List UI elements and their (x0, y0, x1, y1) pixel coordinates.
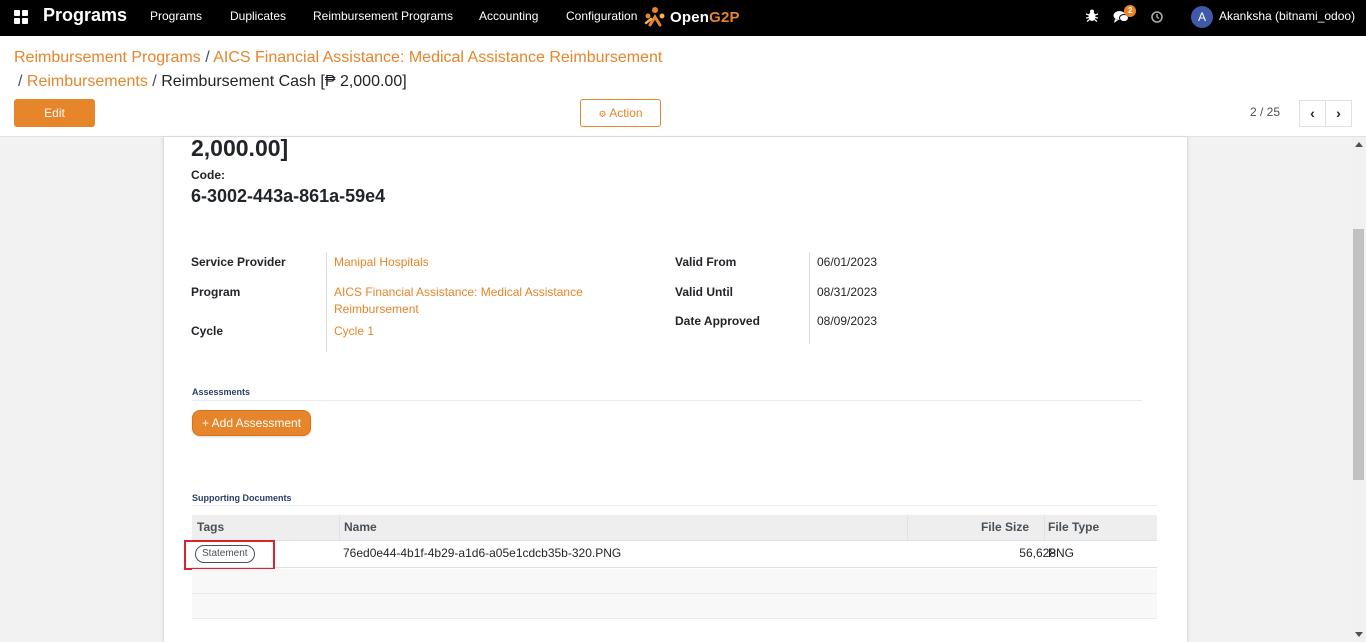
notification-badge: 2 (1124, 5, 1137, 17)
breadcrumb-current: Reimbursement Cash [₱ 2,000.00] (161, 73, 407, 90)
service-provider-label: Service Provider (191, 255, 286, 269)
table-row[interactable]: Statement 76ed0e44-4b1f-4b29-a1d6-a05e1c… (192, 541, 1157, 568)
cycle-value[interactable]: Cycle 1 (334, 323, 374, 340)
column-divider (339, 515, 340, 541)
control-panel: Reimbursement Programs / AICS Financial … (0, 36, 1366, 137)
logo-wordmark: OpenG2P (670, 8, 740, 26)
user-avatar[interactable]: A (1191, 6, 1213, 28)
column-header-name[interactable]: Name (344, 520, 377, 534)
section-divider (192, 505, 1157, 506)
date-approved-value: 08/09/2023 (817, 314, 878, 328)
field-divider (809, 252, 810, 344)
breadcrumb-line-2: / Reimbursements / Reimbursement Cash [₱… (18, 73, 407, 91)
pager-previous-button[interactable]: ‹ (1299, 100, 1326, 127)
breadcrumb-reimbursement-programs[interactable]: Reimbursement Programs (14, 49, 201, 66)
edit-button[interactable]: Edit (14, 99, 95, 127)
action-button[interactable]: ⚙ Action (580, 99, 661, 127)
valid-until-value: 08/31/2023 (817, 285, 878, 299)
menu-accounting[interactable]: Accounting (479, 9, 538, 23)
assessments-section-title: Assessments (192, 387, 251, 397)
activity-clock-icon[interactable] (1151, 11, 1163, 26)
field-divider (326, 252, 327, 352)
menu-reimbursement-programs[interactable]: Reimbursement Programs (313, 9, 453, 23)
column-divider (1044, 515, 1045, 541)
code-label: Code: (191, 168, 225, 182)
debug-bug-icon[interactable] (1085, 9, 1099, 25)
openg2p-logo-icon (644, 7, 665, 27)
vertical-scrollbar[interactable] (1351, 137, 1366, 642)
user-menu[interactable]: Akanksha (bitnami_odoo) (1219, 9, 1355, 23)
breadcrumb-separator: / (205, 49, 210, 66)
valid-until-label: Valid Until (675, 285, 734, 299)
breadcrumb-reimbursements[interactable]: Reimbursements (27, 73, 148, 90)
column-divider (907, 515, 908, 541)
highlight-annotation-box (184, 540, 275, 570)
scrollbar-thumb[interactable] (1353, 229, 1364, 480)
service-provider-value[interactable]: Manipal Hospitals (334, 254, 429, 271)
document-name-cell[interactable]: 76ed0e44-4b1f-4b29-a1d6-a05e1cdcb35b-320… (343, 546, 621, 560)
menu-configuration[interactable]: Configuration (566, 9, 637, 23)
table-row-empty (192, 594, 1157, 619)
code-value: 6-3002-443a-861a-59e4 (191, 186, 386, 206)
add-assessment-button[interactable]: + Add Assessment (192, 410, 311, 436)
cycle-label: Cycle (191, 324, 224, 338)
column-header-tags[interactable]: Tags (197, 520, 224, 534)
date-approved-label: Date Approved (675, 314, 760, 328)
column-header-file-type[interactable]: File Type (1048, 520, 1099, 534)
action-label: Action (609, 106, 643, 120)
menu-programs[interactable]: Programs (150, 9, 202, 23)
gear-icon: ⚙ (598, 109, 607, 119)
program-label: Program (191, 285, 241, 299)
breadcrumb: Reimbursement Programs / AICS Financial … (14, 49, 662, 67)
documents-table-header: Tags Name File Size File Type (192, 515, 1157, 541)
column-header-file-size[interactable]: File Size (981, 520, 1029, 534)
breadcrumb-program[interactable]: AICS Financial Assistance: Medical Assis… (213, 49, 662, 66)
file-type-cell: PNG (1048, 546, 1075, 560)
top-navbar: Programs Programs Duplicates Reimburseme… (0, 0, 1366, 36)
apps-menu-icon[interactable] (14, 10, 28, 24)
pager-value[interactable]: 2 / 25 (1250, 105, 1280, 119)
valid-from-value: 06/01/2023 (817, 255, 878, 269)
openg2p-logo: OpenG2P (643, 4, 740, 30)
app-brand: Programs (43, 5, 128, 25)
breadcrumb-separator: / (18, 73, 23, 90)
valid-from-label: Valid From (675, 255, 737, 269)
table-row-empty (192, 569, 1157, 594)
scroll-down-arrow-icon[interactable] (1355, 632, 1363, 637)
section-divider (192, 400, 1142, 401)
chevron-right-icon: › (1336, 105, 1341, 121)
chevron-left-icon: ‹ (1310, 105, 1315, 121)
pager-next-button[interactable]: › (1325, 100, 1352, 127)
supporting-documents-section-title: Supporting Documents (192, 493, 292, 503)
scroll-up-arrow-icon[interactable] (1355, 142, 1363, 147)
breadcrumb-separator: / (152, 73, 157, 90)
program-value[interactable]: AICS Financial Assistance: Medical Assis… (334, 284, 604, 318)
menu-duplicates[interactable]: Duplicates (230, 9, 286, 23)
record-title: 2,000.00] (191, 135, 289, 161)
